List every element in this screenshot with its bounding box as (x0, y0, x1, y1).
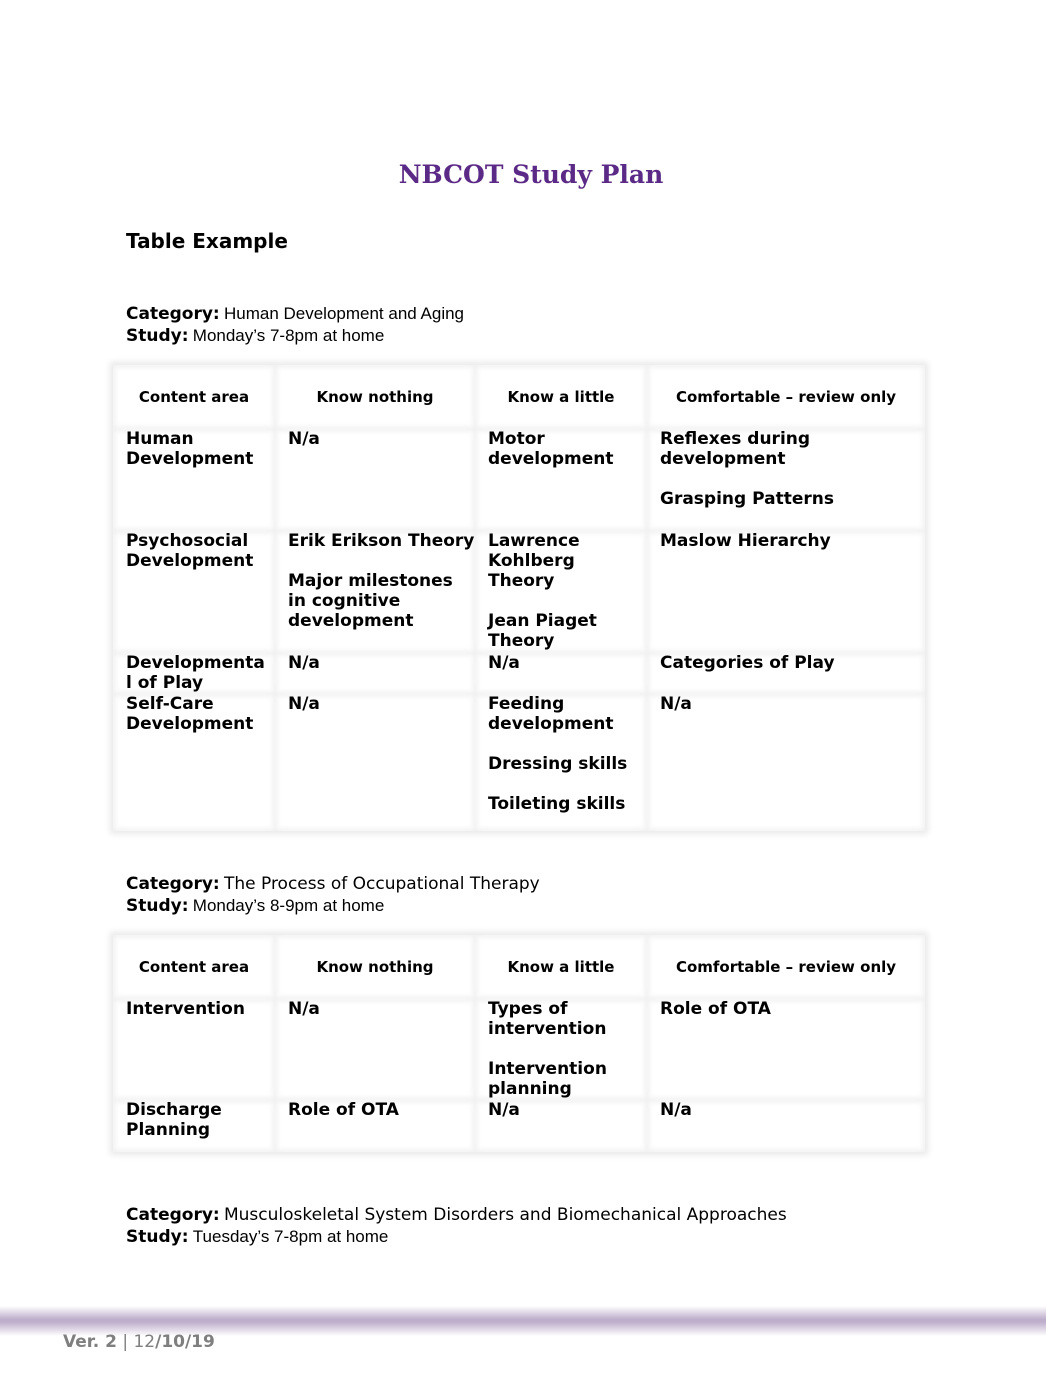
section-subtitle: Table Example (126, 229, 288, 253)
study-label: Study: (126, 1227, 189, 1247)
table-cell-content-area: Psychosocial Development (113, 531, 275, 653)
category-value: Musculoskeletal System Disorders and Bio… (223, 1205, 787, 1225)
cell-item: Maslow Hierarchy (660, 531, 831, 551)
cell-item: Dressing skills (488, 754, 628, 774)
cell-item: Motor development (488, 429, 614, 469)
category-label: Category: (126, 304, 220, 324)
table-cell-know-a-little: Motor development (475, 429, 647, 531)
category-value: Human Development and Aging (223, 304, 465, 323)
column-header: Comfortable – review only (647, 935, 925, 999)
table-cell-comfortable: Role of OTA (647, 999, 925, 1100)
cell-item: N/a (288, 694, 320, 714)
category-block-2: Category: The Process of Occupational Th… (126, 873, 540, 917)
cell-item: Lawrence Kohlberg Theory (488, 531, 580, 591)
study-table-1: Content area Know nothing Know a little Com… (113, 365, 925, 831)
table-cell-know-a-little: N/a (475, 653, 647, 694)
footer-date: /10/19 (155, 1332, 215, 1352)
category-value: The Process of Occupational Therapy (223, 874, 540, 894)
cell-item: Erik Erikson Theory (288, 531, 475, 551)
study-value: Tuesday’s 7-8pm at home (192, 1227, 389, 1246)
table-cell-comfortable: Categories of Play (647, 653, 925, 694)
footer-separator: | (116, 1332, 134, 1352)
study-label: Study: (126, 896, 189, 916)
page-title: NBCOT Study Plan (398, 160, 664, 189)
cell-item: Self-Care Development (126, 694, 254, 734)
cell-item: Role of OTA (288, 1100, 399, 1120)
category-block-1: Category: Human Development and Aging St… (126, 303, 464, 347)
column-header: Content area (113, 365, 275, 429)
table-row: Self-Care Development N/a Feeding developm… (113, 694, 925, 831)
column-header: Know nothing (275, 365, 475, 429)
table-row: Discharge Planning Role of OTA N/a N/a (113, 1100, 925, 1152)
table-cell-comfortable: Maslow Hierarchy (647, 531, 925, 653)
cell-item: Types of intervention (488, 999, 607, 1039)
table-cell-comfortable: N/a (647, 1100, 925, 1152)
table-header-row: Content area Know nothing Know a little Com… (113, 365, 925, 429)
table-cell-content-area: Intervention (113, 999, 275, 1100)
cell-item: N/a (488, 1100, 520, 1120)
cell-item: N/a (288, 429, 320, 449)
table-cell-content-area: Developmenta l of Play (113, 653, 275, 694)
table-cell-know-nothing: N/a (275, 429, 475, 531)
table-cell-comfortable: Reflexes during development Grasping Patt… (647, 429, 925, 531)
cell-item: Human Development (126, 429, 254, 469)
cell-item: N/a (288, 999, 320, 1019)
study-label: Study: (126, 326, 189, 346)
table-cell-know-nothing: N/a (275, 694, 475, 831)
cell-item: Categories of Play (660, 653, 835, 673)
table-cell-know-a-little: N/a (475, 1100, 647, 1152)
cell-item: N/a (288, 653, 320, 673)
cell-item: Discharge Planning (126, 1100, 222, 1140)
footer-date-prefix: 12 (133, 1332, 156, 1352)
cell-item: Role of OTA (660, 999, 771, 1019)
table-cell-know-a-little: Types of intervention Intervention planni… (475, 999, 647, 1100)
column-header: Know a little (475, 365, 647, 429)
study-value: Monday’s 8-9pm at home (192, 896, 385, 915)
table-cell-comfortable: N/a (647, 694, 925, 831)
cell-item: Grasping Patterns (660, 489, 834, 509)
column-header: Comfortable – review only (647, 365, 925, 429)
table-cell-know-nothing: N/a (275, 653, 475, 694)
cell-item: Developmenta l of Play (126, 653, 265, 693)
study-table-2: Content area Know nothing Know a little Com… (113, 935, 925, 1152)
category-label: Category: (126, 1205, 220, 1225)
table-cell-know-a-little: Feeding development Dressing skills Toilet… (475, 694, 647, 831)
table-row: Psychosocial Development Erik Erikson The… (113, 531, 925, 653)
cell-item: Intervention (126, 999, 245, 1019)
cell-item: Feeding development (488, 694, 614, 734)
document-page: NBCOT Study Plan Table Example Category:… (0, 0, 1062, 1377)
table-row: Developmenta l of Play N/a N/a Categories o… (113, 653, 925, 694)
cell-item: Major milestones in cognitive developmen… (288, 571, 453, 631)
table-header-row: Content area Know nothing Know a little Com… (113, 935, 925, 999)
table-cell-know-nothing: Erik Erikson Theory Major milestones in c… (275, 531, 475, 653)
cell-item: Intervention planning (488, 1059, 607, 1099)
table-row: Intervention N/a Types of intervention Inte… (113, 999, 925, 1100)
column-header: Know a little (475, 935, 647, 999)
table-cell-know-nothing: Role of OTA (275, 1100, 475, 1152)
column-header: Content area (113, 935, 275, 999)
table-cell-know-nothing: N/a (275, 999, 475, 1100)
cell-item: N/a (660, 1100, 692, 1120)
cell-item: Toileting skills (488, 794, 626, 814)
table-row: Human Development N/a Motor development Ref… (113, 429, 925, 531)
study-value: Monday’s 7-8pm at home (192, 326, 385, 345)
footer-version: Ver. 2 (63, 1332, 117, 1352)
footer: Ver. 2 | 12/10/19 (63, 1332, 215, 1352)
cell-item: Jean Piaget Theory (488, 611, 597, 651)
column-header: Know nothing (275, 935, 475, 999)
table-cell-content-area: Self-Care Development (113, 694, 275, 831)
category-label: Category: (126, 874, 220, 894)
cell-item: Reflexes during development (660, 429, 811, 469)
cell-item: N/a (488, 653, 520, 673)
cell-item: N/a (660, 694, 692, 714)
cell-item: Psychosocial Development (126, 531, 254, 571)
table-cell-content-area: Human Development (113, 429, 275, 531)
category-block-3: Category: Musculoskeletal System Disorde… (126, 1204, 787, 1248)
table-cell-content-area: Discharge Planning (113, 1100, 275, 1152)
table-cell-know-a-little: Lawrence Kohlberg Theory Jean Piaget Theo… (475, 531, 647, 653)
